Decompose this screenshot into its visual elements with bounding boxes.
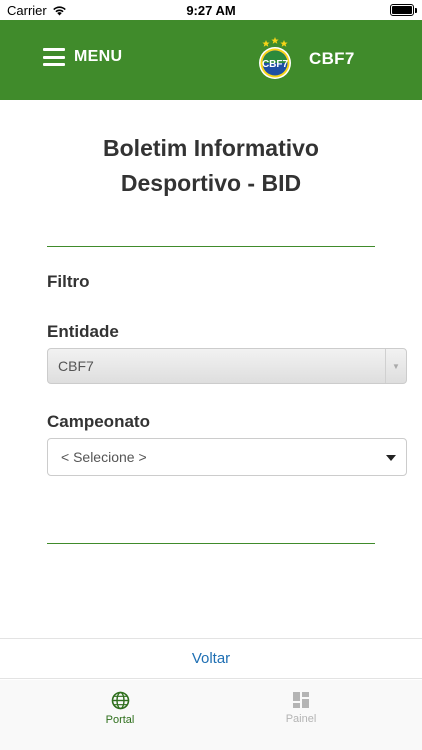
- entity-label: Entidade: [47, 322, 119, 341]
- tab-portal[interactable]: Portal: [60, 691, 180, 726]
- status-bar: Carrier 9:27 AM: [0, 0, 422, 20]
- back-button[interactable]: Voltar: [0, 650, 422, 667]
- caret-down-icon: [386, 455, 396, 461]
- tab-painel-label: Painel: [285, 713, 317, 725]
- battery-icon: [390, 4, 414, 16]
- globe-icon: [111, 691, 129, 710]
- battery-cap: [415, 8, 417, 13]
- dashboard-icon: [293, 692, 309, 708]
- championship-select[interactable]: < Selecione >: [47, 438, 407, 476]
- brand-name: CBF7: [309, 49, 355, 68]
- cbf-crest-logo: CBF7: [259, 37, 291, 79]
- status-time: 9:27 AM: [186, 3, 236, 18]
- tab-painel[interactable]: Painel: [241, 691, 361, 725]
- entity-select[interactable]: CBF7 ▼: [47, 348, 407, 384]
- page-title-line-2: Desportivo - BID: [120, 170, 302, 196]
- dropdown-arrow-icon: ▼: [385, 349, 406, 383]
- menu-label: MENU: [74, 48, 123, 65]
- championship-label: Campeonato: [47, 412, 150, 431]
- divider-bottom: [47, 543, 375, 544]
- tab-portal-label: Portal: [105, 714, 135, 726]
- menu-button[interactable]: MENU: [43, 48, 122, 66]
- tab-bar: Portal Painel: [0, 680, 422, 750]
- page-title-line-1: Boletim Informativo: [103, 135, 319, 161]
- svg-text:CBF7: CBF7: [262, 59, 289, 70]
- page-title: Boletim Informativo Desportivo - BID: [40, 131, 382, 201]
- entity-select-value: CBF7: [58, 358, 94, 374]
- hamburger-icon: [43, 48, 65, 66]
- championship-select-value: < Selecione >: [61, 449, 147, 465]
- filter-section-label: Filtro: [47, 272, 90, 291]
- divider-top: [47, 246, 375, 247]
- app-header: MENU CBF7 CBF7: [0, 20, 422, 100]
- footer-bar: Voltar: [0, 638, 422, 679]
